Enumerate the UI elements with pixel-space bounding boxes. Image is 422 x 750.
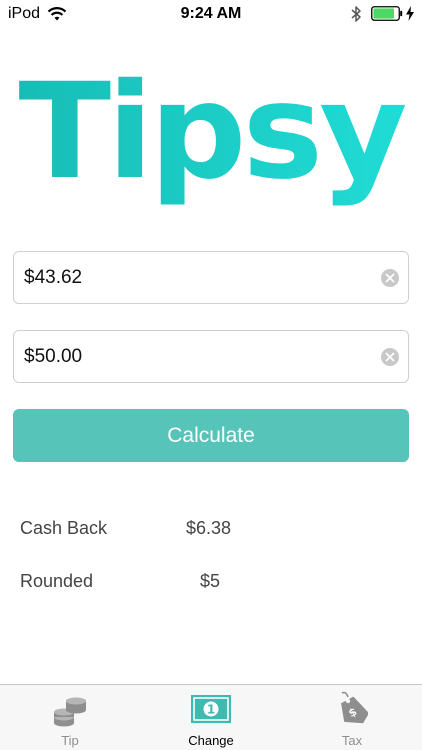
rounded-value: $5 <box>200 571 221 591</box>
status-bar: iPod 9:24 AM <box>0 0 422 28</box>
price-tag-icon: $ <box>341 691 368 724</box>
tab-tax-label: Tax <box>341 733 363 748</box>
rounded-label: Rounded <box>20 571 94 591</box>
svg-text:1: 1 <box>207 703 215 717</box>
tab-tip[interactable]: Tip <box>0 685 140 750</box>
cash-back-label: Cash Back <box>20 518 108 538</box>
battery-icon <box>371 6 403 21</box>
bluetooth-icon <box>351 6 361 22</box>
logo-text: Tipsy <box>19 62 406 209</box>
banknote-icon: 1 <box>191 695 231 723</box>
tab-change-label: Change <box>188 733 234 748</box>
tab-change[interactable]: 1 Change <box>141 685 281 750</box>
tab-tip-label: Tip <box>61 733 79 748</box>
paid-amount-field[interactable] <box>13 330 409 383</box>
app-logo: Tipsy <box>19 62 410 209</box>
clear-icon[interactable] <box>381 269 399 287</box>
coins-icon <box>54 697 86 727</box>
cash-back-value: $6.38 <box>186 518 232 538</box>
tab-bar: Tip 1 Change $ Tax <box>0 684 422 750</box>
clear-icon[interactable] <box>381 348 399 366</box>
charging-bolt-icon <box>406 6 414 21</box>
bill-amount-input[interactable] <box>24 252 374 303</box>
calculate-button[interactable]: Calculate <box>13 409 409 462</box>
bill-amount-field[interactable] <box>13 251 409 304</box>
paid-amount-input[interactable] <box>24 331 374 382</box>
tab-tax[interactable]: $ Tax <box>282 685 422 750</box>
